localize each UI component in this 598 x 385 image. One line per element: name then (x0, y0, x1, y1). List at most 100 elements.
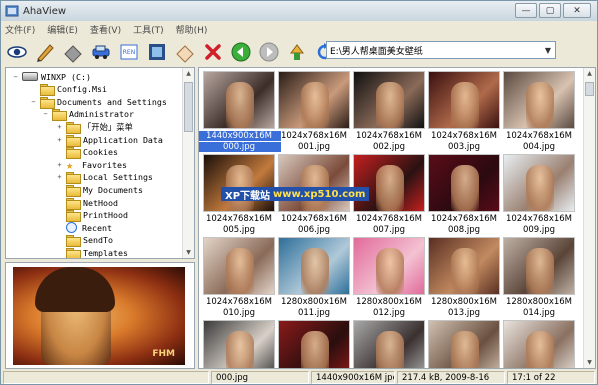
tree-expander-icon[interactable]: − (30, 98, 37, 106)
tree-expander-icon[interactable]: − (12, 73, 19, 81)
thumbnail-item[interactable] (428, 320, 500, 368)
forward-icon[interactable] (256, 40, 281, 64)
tree-expander-icon[interactable]: − (42, 110, 49, 118)
chevron-down-icon[interactable]: ▼ (541, 42, 555, 58)
tree-scrollbar[interactable]: ▲ ▼ (182, 68, 194, 258)
thumbnail-image[interactable] (428, 237, 500, 295)
thumbnail-item[interactable]: 1024x768x16M 005.jpg (203, 154, 275, 235)
thumbnail-item[interactable]: 1024x768x16M 004.jpg (503, 71, 575, 152)
convert-icon[interactable]: REN (116, 40, 141, 64)
tree-item[interactable]: − WINXP (C:) (12, 70, 91, 83)
filmstrip-icon[interactable] (144, 40, 169, 64)
thumbnail-image[interactable] (353, 237, 425, 295)
tree-expander-icon[interactable]: + (56, 161, 63, 169)
path-combobox[interactable]: E:\男人帮桌面美女壁纸 ▼ (326, 41, 556, 59)
thumbnail-image[interactable] (278, 154, 350, 212)
tree-item[interactable]: Config.Msi (30, 83, 107, 97)
tree-item[interactable]: + ★ Favorites (56, 158, 127, 171)
thumbnail-item[interactable]: 1024x768x16M 006.jpg (278, 154, 350, 235)
thumbnail-item[interactable]: 1024x768x16M 009.jpg (503, 154, 575, 235)
thumbnail-image[interactable] (503, 154, 575, 212)
thumbnail-item[interactable] (278, 320, 350, 368)
car-icon[interactable] (88, 40, 113, 64)
thumbnail-image[interactable] (203, 71, 275, 129)
scroll-down-icon[interactable]: ▼ (584, 357, 595, 368)
thumbnail-item[interactable]: 1280x800x16M 013.jpg (428, 237, 500, 318)
tree-expander-icon[interactable]: + (56, 123, 63, 131)
thumbnail-image[interactable] (503, 320, 575, 368)
menu-help[interactable]: 帮助(H) (176, 23, 208, 36)
thumbnail-image[interactable] (503, 237, 575, 295)
thumbnail-resolution: 1280x800x16M (355, 297, 423, 307)
thumbnail-item[interactable]: 1280x800x16M 012.jpg (353, 237, 425, 318)
thumbnail-item[interactable] (353, 320, 425, 368)
grid-scrollbar[interactable]: ▲ ▼ (583, 68, 595, 368)
up-icon[interactable] (284, 40, 309, 64)
thumbnail-image[interactable] (428, 154, 500, 212)
thumbnail-item[interactable]: 1280x800x16M 011.jpg (278, 237, 350, 318)
thumbnail-image[interactable] (428, 320, 500, 368)
thumbnail-item[interactable]: 1024x768x16M 008.jpg (428, 154, 500, 235)
tree-item[interactable]: + 「开始」菜单 (56, 120, 133, 134)
tree-expander-icon[interactable]: + (56, 173, 63, 181)
thumbnail-item[interactable]: 1440x900x16M 000.jpg (199, 71, 281, 152)
tree-item[interactable]: NetHood (56, 196, 118, 210)
tree-item[interactable]: Recent (56, 221, 112, 234)
tree-item[interactable]: Cookies (56, 146, 118, 160)
thumbnail-item[interactable]: 1024x768x16M 003.jpg (428, 71, 500, 152)
minimize-button[interactable]: — (515, 3, 537, 18)
scroll-thumb[interactable] (184, 82, 193, 132)
tree-item[interactable]: − Administrator (42, 108, 134, 122)
tree-item-label: Recent (82, 222, 112, 233)
menu-edit[interactable]: 编辑(E) (47, 23, 78, 36)
delete-icon[interactable] (200, 40, 225, 64)
thumbnail-filename: 000.jpg (199, 142, 281, 152)
thumbnail-figure (301, 248, 329, 294)
path-text: E:\男人帮桌面美女壁纸 (330, 46, 423, 57)
thumbnail-filename: 014.jpg (522, 308, 556, 318)
tree-expander-icon[interactable]: + (56, 136, 63, 144)
pencil-icon[interactable] (32, 40, 57, 64)
tree-item-label: Cookies (83, 147, 118, 158)
thumbnail-image[interactable] (428, 71, 500, 129)
tree-item[interactable]: Templates (56, 246, 128, 258)
scroll-up-icon[interactable]: ▲ (183, 68, 194, 79)
tree-item[interactable]: + Local Settings (56, 171, 153, 185)
thumbnail-item[interactable]: 1280x800x16M 014.jpg (503, 237, 575, 318)
menu-tools[interactable]: 工具(T) (133, 23, 164, 36)
tree-item[interactable]: − Documents and Settings (30, 95, 167, 109)
tree-item[interactable]: PrintHood (56, 209, 128, 223)
thumbnail-image[interactable] (203, 237, 275, 295)
tree-item[interactable]: SendTo (56, 234, 113, 248)
back-icon[interactable] (228, 40, 253, 64)
thumbnail-item[interactable] (203, 320, 275, 368)
thumbnail-image[interactable] (203, 154, 275, 212)
thumbnail-item[interactable]: 1024x768x16M 002.jpg (353, 71, 425, 152)
scroll-down-icon[interactable]: ▼ (183, 247, 194, 258)
thumbnail-item[interactable]: 1024x768x16M 010.jpg (203, 237, 275, 318)
tree-item[interactable]: My Documents (56, 183, 143, 197)
thumbnail-image[interactable] (278, 71, 350, 129)
thumbnail-resolution: 1280x800x16M (505, 297, 573, 307)
rotate-icon[interactable] (172, 40, 197, 64)
thumbnail-image[interactable] (353, 320, 425, 368)
tree-item[interactable]: + Application Data (56, 133, 163, 147)
scroll-up-icon[interactable]: ▲ (584, 68, 595, 79)
thumbnail-item[interactable]: 1024x768x16M 001.jpg (278, 71, 350, 152)
thumbnail-image[interactable] (278, 237, 350, 295)
menu-view[interactable]: 查看(V) (90, 23, 121, 36)
close-button[interactable]: ✕ (563, 3, 591, 18)
thumbnail-image[interactable] (353, 154, 425, 212)
title-bar[interactable]: AhaView — ▢ ✕ (1, 1, 597, 21)
scroll-thumb[interactable] (585, 82, 594, 96)
eraser-icon[interactable] (60, 40, 85, 64)
menu-file[interactable]: 文件(F) (5, 23, 35, 36)
thumbnail-image[interactable] (353, 71, 425, 129)
eye-icon[interactable] (4, 40, 29, 64)
thumbnail-image[interactable] (503, 71, 575, 129)
maximize-button[interactable]: ▢ (539, 3, 561, 18)
thumbnail-item[interactable]: 1024x768x16M 007.jpg (353, 154, 425, 235)
thumbnail-image[interactable] (203, 320, 275, 368)
thumbnail-image[interactable] (278, 320, 350, 368)
thumbnail-item[interactable] (503, 320, 575, 368)
